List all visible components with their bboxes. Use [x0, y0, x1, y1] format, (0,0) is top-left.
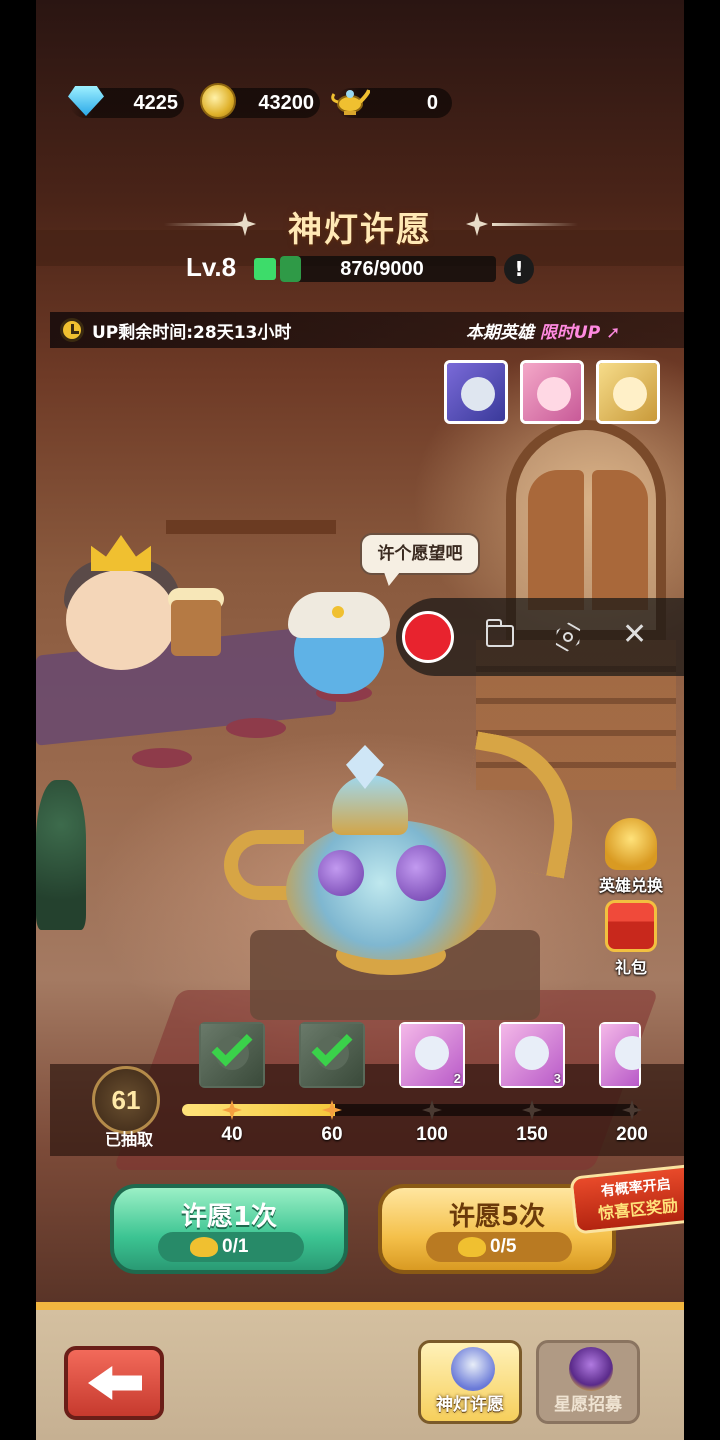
up-arrow-icon: ➚	[606, 323, 621, 343]
lamp-gem	[396, 845, 446, 901]
speech-bubble-tail	[384, 572, 400, 586]
mech-knight-icon	[451, 1347, 495, 1391]
title-divider-right	[492, 223, 578, 226]
hero-exchange-button[interactable]: 英雄兑换	[596, 818, 666, 896]
stool	[226, 718, 286, 738]
milestone-progress-fill	[182, 1104, 335, 1116]
featured-hero-pink-girl[interactable]	[520, 360, 584, 424]
featured-hero-golden-angel[interactable]	[596, 360, 660, 424]
milestone-reward[interactable]	[599, 1022, 641, 1088]
gift-pack-label: 礼包	[614, 958, 647, 977]
milestone-label: 40	[221, 1124, 243, 1145]
up-remaining-time: UP剩余时间:28天13小时	[92, 323, 292, 343]
draw-count: 61	[92, 1066, 160, 1134]
gift-pack-button[interactable]: 礼包	[596, 900, 666, 978]
helmet-icon	[605, 818, 657, 870]
magic-lamp-icon	[458, 1237, 486, 1257]
lamp-count: 0	[426, 91, 438, 114]
exp-icon	[254, 258, 276, 280]
crown-icon	[91, 535, 151, 571]
gem-count: 4225	[133, 91, 179, 114]
beer-mug	[171, 600, 221, 656]
info-button[interactable]: !	[504, 254, 534, 284]
page-title: 神灯许愿	[288, 210, 432, 250]
settings-icon-core	[563, 632, 573, 642]
game-screen: 4225 43200 0 神灯许愿 Lv.8 876/9000 ! UP剩余时间…	[36, 0, 684, 1440]
mech-knight-icon	[615, 1036, 641, 1070]
gift-icon	[605, 900, 657, 952]
wish-five-cost-text: 0/5	[490, 1236, 517, 1257]
milestone-label: 150	[516, 1124, 548, 1145]
mech-knight-icon	[415, 1036, 449, 1070]
back-arrow-icon	[88, 1366, 142, 1400]
stool	[132, 748, 192, 768]
featured-heroes-label: 本期英雄 限时UP ➚	[466, 318, 620, 343]
milestone-label: 200	[616, 1124, 648, 1145]
reward-count: 3	[553, 1071, 561, 1086]
wish-once-cost-text: 0/1	[222, 1236, 249, 1257]
folder-icon[interactable]	[486, 619, 514, 647]
limited-up-tag: 限时UP	[539, 323, 601, 343]
featured-heroes-prefix: 本期英雄	[466, 323, 534, 343]
magic-lamp[interactable]	[286, 820, 496, 960]
milestone-label: 100	[416, 1124, 448, 1145]
wish-once-cost: 0/1	[158, 1232, 304, 1262]
hero-exchange-label: 英雄兑换	[598, 876, 663, 895]
coin-counter[interactable]: 43200	[200, 83, 320, 119]
turban-gem	[332, 606, 344, 618]
draw-count-label: 已抽取	[104, 1130, 153, 1149]
mech-knight-icon	[515, 1036, 549, 1070]
tab-star-recruit-label: 星愿招募	[554, 1395, 622, 1415]
wish-once-button[interactable]: 许愿1次 0/1	[110, 1184, 348, 1274]
gem-counter[interactable]: 4225	[68, 86, 184, 118]
magic-lamp-icon	[331, 89, 370, 115]
lamp-counter[interactable]: 0	[331, 88, 452, 118]
milestone-reward[interactable]: 2	[399, 1022, 465, 1088]
tab-star-recruit[interactable]: 星愿招募	[536, 1340, 640, 1424]
tab-genie-wish-label: 神灯许愿	[436, 1395, 504, 1415]
saloon-door-left	[528, 470, 584, 610]
page-header: 神灯许愿	[36, 196, 684, 256]
clock-icon	[60, 318, 84, 342]
lamp-gem	[318, 850, 364, 896]
crystal-orb-icon	[569, 1347, 613, 1391]
bottom-navigation: 神灯许愿 星愿招募	[36, 1302, 684, 1440]
potted-plant	[36, 780, 86, 930]
magic-lamp-lid	[332, 775, 408, 835]
genie-speech-bubble: 许个愿望吧	[360, 533, 480, 575]
magic-lamp-icon	[190, 1237, 218, 1257]
milestone-reward[interactable]	[199, 1022, 265, 1088]
exp-progress-text: 876/9000	[340, 258, 424, 280]
milestone-label: 60	[321, 1124, 343, 1145]
close-icon[interactable]: ✕	[622, 620, 647, 650]
milestone-reward[interactable]	[299, 1022, 365, 1088]
bottle-shelf	[166, 520, 336, 534]
tab-genie-wish[interactable]: 神灯许愿	[418, 1340, 522, 1424]
exp-progress-bar: 876/9000	[280, 256, 496, 282]
record-button[interactable]	[402, 611, 454, 663]
king-character	[66, 570, 176, 670]
gold-coin-icon	[200, 83, 236, 119]
wish-once-label: 许愿1次	[180, 1202, 278, 1232]
diamond-icon	[68, 86, 104, 116]
milestone-reward[interactable]: 3	[499, 1022, 565, 1088]
wish-five-cost: 0/5	[426, 1232, 572, 1262]
surprise-reward-tag: 有概率开启 惊喜区奖励	[569, 1163, 684, 1235]
back-button[interactable]	[64, 1346, 164, 1420]
milestone-progress-bar	[182, 1104, 638, 1116]
reward-count: 2	[453, 1071, 461, 1086]
saloon-door-right	[592, 470, 648, 610]
featured-hero-mech-knight[interactable]	[444, 360, 508, 424]
coin-count: 43200	[258, 91, 314, 114]
wish-level: Lv.8	[186, 252, 237, 282]
